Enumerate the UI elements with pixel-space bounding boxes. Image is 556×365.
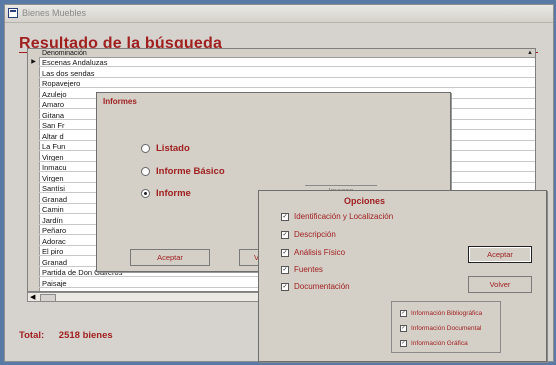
- checkbox-checked-icon[interactable]: ✓: [281, 212, 289, 221]
- row-selector[interactable]: [28, 163, 39, 172]
- table-row[interactable]: ▶ Escenas Andaluzas: [28, 58, 535, 67]
- opciones-dialog: Opciones ✓ Identificación y Localización …: [258, 190, 547, 362]
- checkbox-checked-icon[interactable]: ✓: [281, 282, 289, 291]
- row-selector[interactable]: [28, 79, 39, 88]
- check-info-documental-label: Información Documental: [411, 325, 482, 333]
- check-identificacion-label: Identificación y Localización: [294, 212, 394, 221]
- opciones-accept-button[interactable]: Aceptar: [468, 246, 532, 263]
- checkbox-checked-icon[interactable]: ✓: [281, 265, 289, 274]
- checkbox-checked-icon[interactable]: ✓: [281, 230, 289, 239]
- check-identificacion[interactable]: ✓ Identificación y Localización: [281, 212, 393, 221]
- radio-listado-indicator[interactable]: [141, 143, 150, 153]
- check-info-bibliografica-label: Información Bibliográfica: [411, 310, 483, 318]
- radio-informe-indicator[interactable]: [141, 188, 150, 198]
- informes-title: Informes: [103, 97, 137, 106]
- row-selector[interactable]: [28, 205, 39, 214]
- row-denominacion: Escenas Andaluzas: [39, 58, 535, 67]
- radio-listado[interactable]: Listado: [141, 143, 190, 154]
- row-selector[interactable]: [28, 142, 39, 151]
- check-documentacion-label: Documentación: [294, 282, 350, 291]
- row-selector[interactable]: [28, 100, 39, 109]
- total-count: 2518 bienes: [58, 330, 113, 341]
- opciones-title: Opciones: [344, 196, 386, 206]
- radio-informe-basico[interactable]: Informe Básico: [141, 166, 225, 177]
- row-pointer-icon[interactable]: ▶: [28, 58, 39, 67]
- row-selector[interactable]: [28, 216, 39, 225]
- radio-informe-basico-indicator[interactable]: [141, 166, 150, 176]
- radio-informe-basico-label: Informe Básico: [156, 166, 225, 177]
- row-selector[interactable]: [28, 237, 39, 246]
- row-selector[interactable]: [28, 121, 39, 130]
- row-selector[interactable]: [28, 184, 39, 193]
- opciones-back-button[interactable]: Volver: [468, 276, 532, 293]
- documentacion-suboptions: ✓ Información Bibliográfica ✓ Información …: [391, 301, 501, 353]
- row-denominacion: Ropavejero: [39, 79, 535, 88]
- title-bar: Bienes Muebles: [5, 5, 553, 23]
- check-descripcion[interactable]: ✓ Descripción: [281, 230, 336, 239]
- scroll-left-icon[interactable]: ◀: [30, 293, 35, 302]
- app-icon: [8, 8, 18, 18]
- checkbox-checked-icon[interactable]: ✓: [400, 310, 407, 317]
- row-selector[interactable]: [28, 90, 39, 99]
- total-label: Total:: [19, 330, 45, 341]
- check-info-grafica-label: Información Gráfica: [411, 340, 468, 348]
- row-selector[interactable]: [28, 195, 39, 204]
- row-selector[interactable]: [28, 174, 39, 183]
- column-header-denominacion[interactable]: Denominación: [39, 49, 535, 58]
- row-denominacion: Las dos sendas: [39, 69, 535, 78]
- total-summary: Total: 2518 bienes: [19, 330, 113, 341]
- row-selector[interactable]: [28, 226, 39, 235]
- check-info-grafica[interactable]: ✓ Información Gráfica: [400, 340, 468, 347]
- scroll-thumb[interactable]: [40, 294, 56, 302]
- check-fuentes-label: Fuentes: [294, 265, 323, 274]
- row-selector[interactable]: [28, 279, 39, 288]
- radio-informe[interactable]: Informe: [141, 188, 191, 199]
- row-selector[interactable]: [28, 132, 39, 141]
- informes-accept-button[interactable]: Aceptar: [130, 249, 210, 266]
- check-info-bibliografica[interactable]: ✓ Información Bibliográfica: [400, 310, 482, 317]
- radio-informe-label: Informe: [156, 188, 191, 199]
- table-row[interactable]: Ropavejero: [28, 79, 535, 88]
- check-fuentes[interactable]: ✓ Fuentes: [281, 265, 323, 274]
- check-info-documental[interactable]: ✓ Información Documental: [400, 325, 481, 332]
- row-selector[interactable]: [28, 111, 39, 120]
- checkbox-checked-icon[interactable]: ✓: [281, 248, 289, 257]
- check-analisis[interactable]: ✓ Análisis Físico: [281, 248, 345, 257]
- radio-listado-label: Listado: [156, 143, 190, 154]
- checkbox-checked-icon[interactable]: ✓: [400, 325, 407, 332]
- check-documentacion[interactable]: ✓ Documentación: [281, 282, 350, 291]
- row-selector[interactable]: [28, 258, 39, 267]
- check-analisis-label: Análisis Físico: [294, 248, 346, 257]
- window-title: Bienes Muebles: [22, 8, 87, 18]
- check-descripcion-label: Descripción: [294, 230, 336, 239]
- checkbox-checked-icon[interactable]: ✓: [400, 340, 407, 347]
- row-selector[interactable]: [28, 247, 39, 256]
- row-selector[interactable]: [28, 69, 39, 78]
- row-selector[interactable]: [28, 153, 39, 162]
- table-row[interactable]: Las dos sendas: [28, 69, 535, 78]
- scroll-up-icon[interactable]: ▲: [527, 50, 533, 56]
- row-selector[interactable]: [28, 268, 39, 277]
